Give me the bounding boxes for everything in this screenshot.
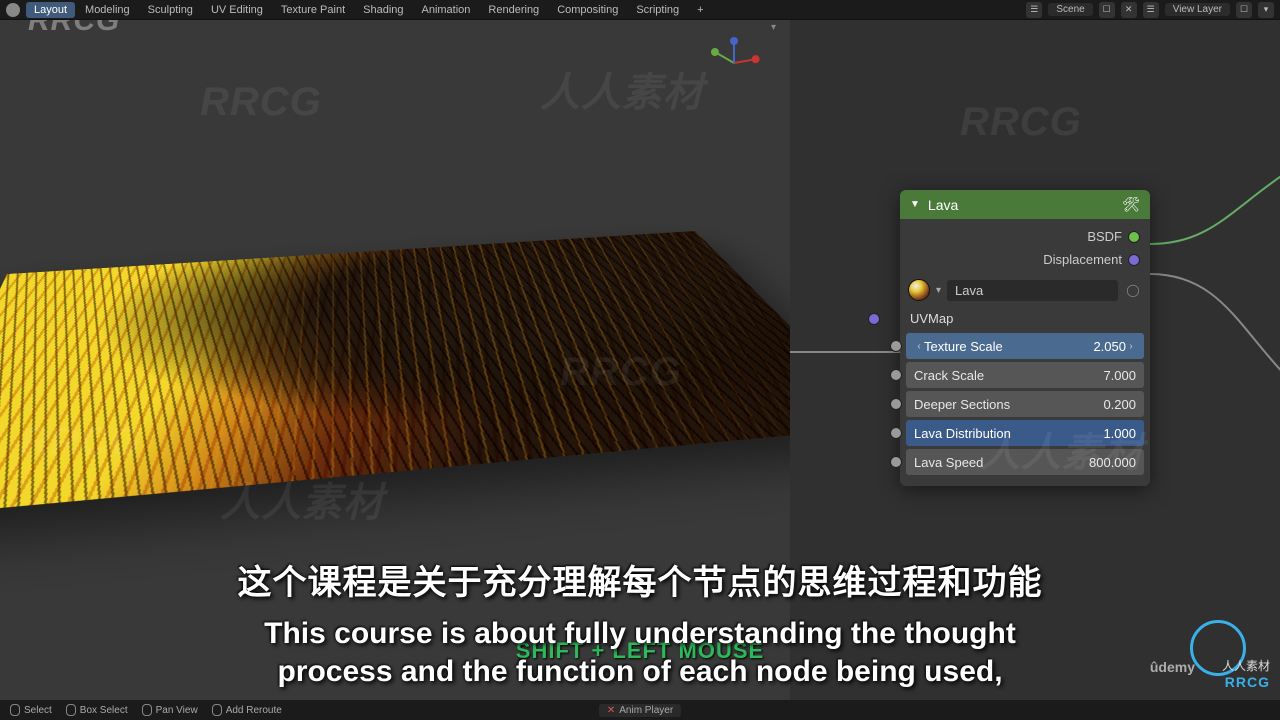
status-bar: Select Box Select Pan View Add Reroute ✕… <box>0 700 1280 720</box>
collapse-triangle-icon[interactable]: ▼ <box>910 199 920 210</box>
new-viewlayer-button[interactable]: ☐ <box>1236 2 1252 18</box>
param-lava-distribution-value: 1.000 <box>1103 426 1136 441</box>
output-displacement-label: Displacement <box>1043 252 1122 267</box>
increase-arrow-icon[interactable]: › <box>1126 341 1136 352</box>
node-header[interactable]: ▼ Lava 🛠 <box>900 190 1150 219</box>
mouse-left-icon <box>10 704 20 716</box>
fake-user-icon[interactable]: ◯ <box>1124 281 1142 299</box>
output-bsdf-label: BSDF <box>1087 229 1122 244</box>
blender-logo-icon[interactable] <box>6 3 20 17</box>
socket-displacement-icon[interactable] <box>1128 254 1140 266</box>
status-select: Select <box>10 704 52 716</box>
param-crack-scale-value: 7.000 <box>1103 368 1136 383</box>
param-lava-speed-value: 800.000 <box>1089 455 1136 470</box>
material-name[interactable]: Lava <box>947 280 1118 301</box>
workspace-tab-compositing[interactable]: Compositing <box>549 2 626 18</box>
param-lava-distribution[interactable]: Lava Distribution 1.000 <box>906 420 1144 446</box>
workspace-tab-uv-editing[interactable]: UV Editing <box>203 2 271 18</box>
param-lava-speed[interactable]: Lava Speed 800.000 <box>906 449 1144 475</box>
socket-bsdf-icon[interactable] <box>1128 231 1140 243</box>
param-crack-scale[interactable]: Crack Scale 7.000 <box>906 362 1144 388</box>
viewlayer-label: View Layer <box>1173 4 1222 15</box>
workspace-tab-shading[interactable]: Shading <box>355 2 411 18</box>
workspace-tab-texture-paint[interactable]: Texture Paint <box>273 2 353 18</box>
lava-plane-mesh <box>0 231 790 518</box>
workspace-tab-sculpting[interactable]: Sculpting <box>140 2 201 18</box>
status-add-reroute: Add Reroute <box>212 704 282 716</box>
input-uvmap[interactable]: UVMap <box>900 307 1150 330</box>
param-crack-scale-label: Crack Scale <box>914 368 1103 383</box>
status-pan-view: Pan View <box>142 704 198 716</box>
axis-z-icon[interactable] <box>733 41 735 63</box>
socket-uvmap-icon[interactable] <box>868 313 880 325</box>
material-dropdown-icon[interactable]: ▾ <box>936 285 941 296</box>
output-bsdf[interactable]: BSDF <box>910 225 1140 248</box>
param-texture-scale-label: Texture Scale <box>924 339 1093 354</box>
param-lava-speed-label: Lava Speed <box>914 455 1089 470</box>
workspace-tab-animation[interactable]: Animation <box>414 2 479 18</box>
lava-node-group[interactable]: ▼ Lava 🛠 BSDF Displacement ▾ Lava ◯ <box>900 190 1150 486</box>
viewlayer-field[interactable]: View Layer <box>1165 3 1230 16</box>
mouse-middle-icon <box>142 704 152 716</box>
anim-player-button[interactable]: ✕Anim Player <box>599 704 681 717</box>
node-options-icon[interactable]: 🛠 <box>1122 196 1140 213</box>
new-scene-button[interactable]: ☐ <box>1099 2 1115 18</box>
status-box-select: Box Select <box>66 704 128 716</box>
workspace-tab-rendering[interactable]: Rendering <box>480 2 547 18</box>
navigation-gizmo[interactable] <box>710 38 758 86</box>
top-menu-bar: Layout Modeling Sculpting UV Editing Tex… <box>0 0 1280 20</box>
param-texture-scale[interactable]: ‹ Texture Scale 2.050 › <box>906 333 1144 359</box>
workspace-tab-layout[interactable]: Layout <box>26 2 75 18</box>
param-deeper-sections[interactable]: Deeper Sections 0.200 <box>906 391 1144 417</box>
decrease-arrow-icon[interactable]: ‹ <box>914 341 924 352</box>
axis-x-icon[interactable] <box>734 58 756 64</box>
mouse-left-icon <box>66 704 76 716</box>
subtitle-english: This course is about fully understanding… <box>0 615 1280 690</box>
param-texture-scale-value: 2.050 <box>1093 339 1126 354</box>
viewport-dropdown-icon[interactable]: ▾ <box>771 22 776 33</box>
param-deeper-sections-value: 0.200 <box>1103 397 1136 412</box>
param-lava-distribution-label: Lava Distribution <box>914 426 1103 441</box>
mouse-right-icon <box>212 704 222 716</box>
close-icon[interactable]: ✕ <box>607 705 615 716</box>
scene-label: Scene <box>1056 4 1084 15</box>
socket-crack-scale-icon[interactable] <box>890 369 902 381</box>
subtitle-chinese: 这个课程是关于充分理解每个节点的思维过程和功能 <box>0 555 1280 604</box>
socket-lava-speed-icon[interactable] <box>890 456 902 468</box>
axis-y-icon[interactable] <box>714 51 734 64</box>
material-preview-icon[interactable] <box>908 279 930 301</box>
delete-scene-button[interactable]: ✕ <box>1121 2 1137 18</box>
material-selector[interactable]: ▾ Lava ◯ <box>900 273 1150 307</box>
param-deeper-sections-label: Deeper Sections <box>914 397 1103 412</box>
viewlayer-browser-icon[interactable]: ☰ <box>1143 2 1159 18</box>
socket-texture-scale-icon[interactable] <box>890 340 902 352</box>
output-displacement[interactable]: Displacement <box>910 248 1140 271</box>
filter-button[interactable]: ▾ <box>1258 2 1274 18</box>
scene-browser-icon[interactable]: ☰ <box>1026 2 1042 18</box>
input-uvmap-label: UVMap <box>910 311 953 326</box>
workspace-tab-modeling[interactable]: Modeling <box>77 2 138 18</box>
socket-deeper-sections-icon[interactable] <box>890 398 902 410</box>
socket-lava-distribution-icon[interactable] <box>890 427 902 439</box>
scene-field[interactable]: Scene <box>1048 3 1092 16</box>
workspace-tab-scripting[interactable]: Scripting <box>628 2 687 18</box>
add-workspace-button[interactable]: + <box>689 2 711 18</box>
node-title: Lava <box>928 197 958 213</box>
